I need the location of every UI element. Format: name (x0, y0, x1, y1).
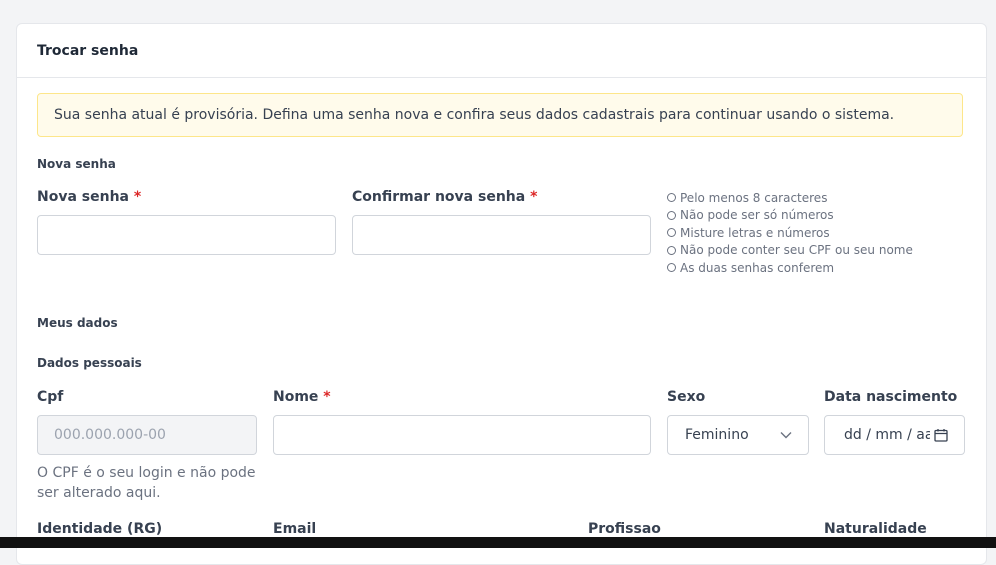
circle-icon (667, 245, 676, 255)
password-rules-list: Pelo menos 8 caracteres Não pode ser só … (667, 189, 913, 277)
provisional-password-alert: Sua senha atual é provisória. Defina uma… (37, 93, 963, 137)
password-rule-item: Pelo menos 8 caracteres (667, 189, 913, 207)
profession-label: Profissao (588, 521, 661, 537)
sex-select-value: Feminino (685, 427, 749, 443)
confirm-password-label-text: Confirmar nova senha (352, 189, 526, 205)
birth-date-placeholder: dd / mm / aaaa (844, 427, 930, 443)
password-rule-item: Misture letras e números (667, 224, 913, 242)
required-mark: * (530, 189, 538, 205)
circle-icon (667, 210, 676, 220)
change-password-card: Trocar senha Sua senha atual é provisóri… (16, 23, 987, 565)
birth-date-input[interactable]: dd / mm / aaaa (824, 415, 965, 455)
circle-icon (667, 193, 676, 203)
password-rule-item: As duas senhas conferem (667, 259, 913, 277)
birth-date-label: Data nascimento (824, 389, 958, 405)
required-mark: * (133, 189, 142, 205)
card-title: Trocar senha (17, 24, 986, 78)
personal-data-section-title: Dados pessoais (37, 356, 142, 370)
cpf-label: Cpf (37, 389, 64, 405)
chevron-down-icon (780, 432, 792, 439)
password-rule-item: Não pode conter seu CPF ou seu nome (667, 242, 913, 260)
bottom-overlay (0, 537, 996, 548)
email-label: Email (273, 521, 317, 537)
sex-label: Sexo (667, 389, 706, 405)
rg-label: Identidade (RG) (37, 521, 163, 537)
confirm-password-label: Confirmar nova senha * (352, 189, 537, 205)
cpf-input[interactable] (37, 415, 257, 455)
cpf-help-text: O CPF é o seu login e não pode ser alter… (37, 465, 256, 501)
new-password-section-title: Nova senha (37, 157, 116, 171)
naturality-label: Naturalidade (824, 521, 927, 537)
circle-icon (667, 228, 676, 238)
new-password-input[interactable] (37, 215, 336, 255)
calendar-icon[interactable] (934, 428, 948, 442)
required-mark: * (323, 389, 331, 405)
confirm-password-input[interactable] (352, 215, 651, 255)
name-input[interactable] (273, 415, 651, 455)
name-label: Nome * (273, 389, 331, 405)
my-data-section-title: Meus dados (37, 316, 118, 330)
circle-icon (667, 263, 676, 273)
password-rule-item: Não pode ser só números (667, 207, 913, 225)
new-password-label-text: Nova senha (37, 189, 129, 205)
sex-select[interactable]: Feminino (667, 415, 809, 455)
new-password-label: Nova senha * (37, 189, 141, 205)
name-label-text: Nome (273, 389, 319, 405)
